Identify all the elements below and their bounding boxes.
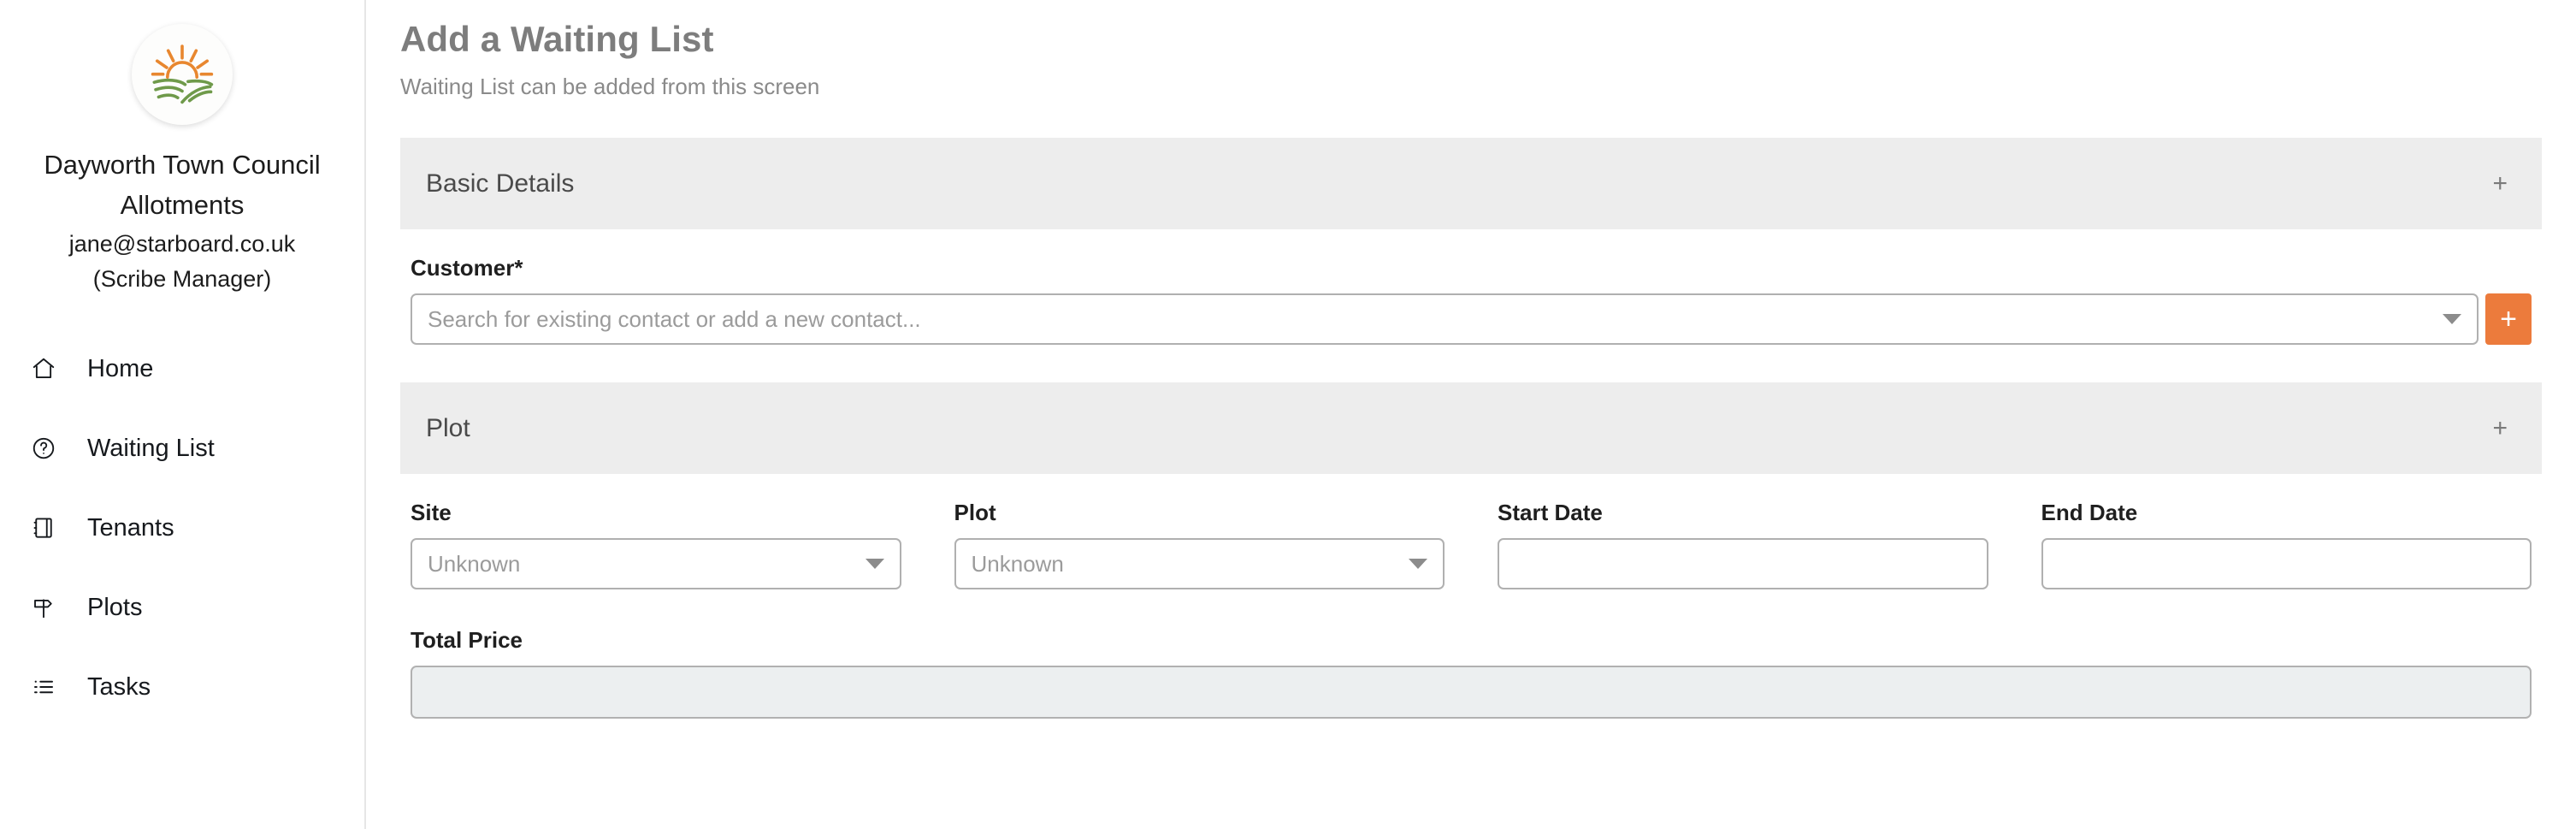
sidebar-item-label: Plots xyxy=(87,593,143,621)
section-header-plot[interactable]: Plot + xyxy=(400,382,2542,474)
sidebar-item-home[interactable]: Home xyxy=(0,349,364,388)
customer-search-input[interactable]: Search for existing contact or add a new… xyxy=(411,293,2479,345)
chevron-down-icon[interactable] xyxy=(865,559,884,569)
user-email: jane@starboard.co.uk xyxy=(68,231,296,257)
sidebar-nav: Home Waiting List Tenants Plots Tasks xyxy=(0,349,364,747)
start-date-input[interactable] xyxy=(1498,538,1988,589)
end-date-input[interactable] xyxy=(2041,538,2532,589)
page-subtitle: Waiting List can be added from this scre… xyxy=(400,74,820,99)
expand-plus-icon[interactable]: + xyxy=(2485,411,2514,447)
section-title: Basic Details xyxy=(426,169,575,198)
sidebar-item-label: Home xyxy=(87,354,154,382)
customer-label: Customer* xyxy=(411,255,523,281)
chevron-down-icon[interactable] xyxy=(1409,559,1427,569)
site-field: Site Unknown xyxy=(411,500,901,589)
question-circle-icon xyxy=(31,431,68,465)
sidebar: Dayworth Town Council Allotments jane@st… xyxy=(0,0,366,829)
signpost-icon xyxy=(31,590,68,625)
user-role: (Scribe Manager) xyxy=(92,265,272,292)
app-root: Dayworth Town Council Allotments jane@st… xyxy=(0,0,2576,829)
list-icon xyxy=(31,670,68,704)
end-date-label: End Date xyxy=(2041,500,2138,525)
start-date-field: Start Date xyxy=(1498,500,1988,589)
sidebar-item-waiting-list[interactable]: Waiting List xyxy=(0,429,364,468)
add-contact-button[interactable]: + xyxy=(2485,293,2532,345)
page-title: Add a Waiting List xyxy=(400,19,714,59)
sidebar-item-plots[interactable]: Plots xyxy=(0,588,364,627)
sidebar-item-label: Tasks xyxy=(87,672,151,701)
main-content: Add a Waiting List Waiting List can be a… xyxy=(366,0,2576,829)
site-select[interactable]: Unknown xyxy=(411,538,901,589)
customer-control-row: Search for existing contact or add a new… xyxy=(411,293,2532,345)
section-title: Plot xyxy=(426,413,470,442)
end-date-field: End Date xyxy=(2041,500,2532,589)
plot-selected-value: Unknown xyxy=(971,550,1064,577)
total-price-input[interactable] xyxy=(411,666,2532,719)
expand-plus-icon[interactable]: + xyxy=(2485,166,2514,202)
section-body-basic-details: Customer* Search for existing contact or… xyxy=(400,229,2542,345)
org-name: Dayworth Town Council xyxy=(44,150,321,180)
start-date-label: Start Date xyxy=(1498,500,1603,525)
home-icon xyxy=(31,352,68,386)
org-logo xyxy=(132,24,233,125)
site-selected-value: Unknown xyxy=(428,550,521,577)
notebook-icon xyxy=(31,511,68,545)
sidebar-item-label: Waiting List xyxy=(87,434,215,462)
plot-label: Plot xyxy=(954,500,996,525)
section-body-plot: Site Unknown Plot Unknown Start Date End… xyxy=(400,474,2542,719)
total-price-field: Total Price xyxy=(411,627,2532,719)
plot-select[interactable]: Unknown xyxy=(954,538,1445,589)
sidebar-item-label: Tenants xyxy=(87,513,174,542)
sunrise-field-logo-icon xyxy=(145,36,219,114)
total-price-label: Total Price xyxy=(411,627,523,653)
plot-field: Plot Unknown xyxy=(954,500,1445,589)
sidebar-item-tasks[interactable]: Tasks xyxy=(0,667,364,707)
site-label: Site xyxy=(411,500,452,525)
plot-field-grid: Site Unknown Plot Unknown Start Date End… xyxy=(411,500,2532,589)
sidebar-item-tenants[interactable]: Tenants xyxy=(0,508,364,548)
section-header-basic-details[interactable]: Basic Details + xyxy=(400,138,2542,229)
org-subtitle: Allotments xyxy=(120,189,245,220)
customer-placeholder-text: Search for existing contact or add a new… xyxy=(428,305,921,332)
org-identity: Dayworth Town Council Allotments jane@st… xyxy=(44,145,320,296)
chevron-down-icon[interactable] xyxy=(2443,314,2461,324)
